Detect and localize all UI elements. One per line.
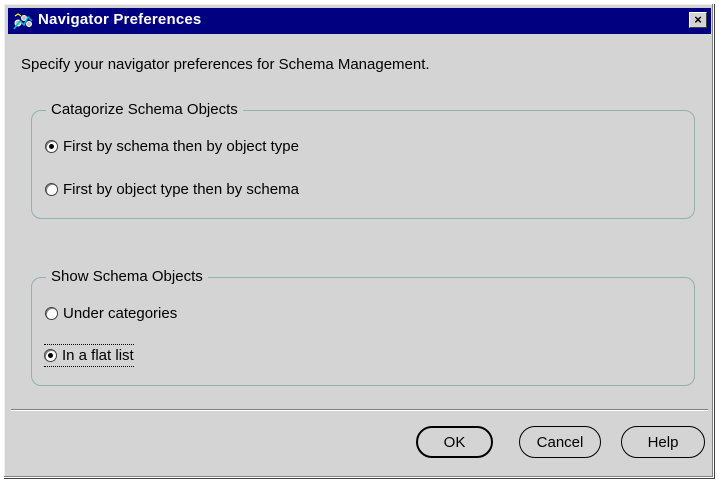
radio-label: In a flat list	[62, 347, 134, 364]
radio-option-under-categories[interactable]: Under categories	[45, 305, 177, 322]
radio-option-schema-then-type[interactable]: First by schema then by object type	[45, 138, 299, 155]
title-bar[interactable]: Navigator Preferences ×	[8, 8, 711, 34]
close-button[interactable]: ×	[689, 12, 707, 28]
radio-button[interactable]	[45, 183, 58, 196]
ok-button[interactable]: OK	[416, 426, 493, 458]
radio-option-type-then-schema[interactable]: First by object type then by schema	[45, 181, 299, 198]
radio-label: First by object type then by schema	[63, 181, 299, 198]
radio-label: Under categories	[63, 305, 178, 322]
categorize-schema-objects-group: Catagorize Schema Objects First by schem…	[31, 101, 695, 219]
group-legend: Show Schema Objects	[46, 268, 208, 285]
cancel-button[interactable]: Cancel	[519, 426, 601, 458]
group-legend: Catagorize Schema Objects	[46, 101, 243, 118]
radio-button-selected[interactable]	[44, 349, 57, 362]
show-schema-objects-group: Show Schema Objects Under categories In …	[31, 268, 695, 386]
radio-button-selected[interactable]	[45, 140, 58, 153]
radio-label: First by schema then by object type	[63, 138, 299, 155]
intro-text: Specify your navigator preferences for S…	[21, 56, 430, 73]
navigator-icon	[12, 11, 34, 31]
window-title: Navigator Preferences	[38, 11, 202, 28]
help-button[interactable]: Help	[621, 426, 705, 458]
radio-option-flat-list[interactable]: In a flat list	[44, 344, 134, 367]
radio-button[interactable]	[45, 307, 58, 320]
separator	[11, 409, 708, 411]
navigator-preferences-dialog: Navigator Preferences × Specify your nav…	[3, 3, 714, 478]
